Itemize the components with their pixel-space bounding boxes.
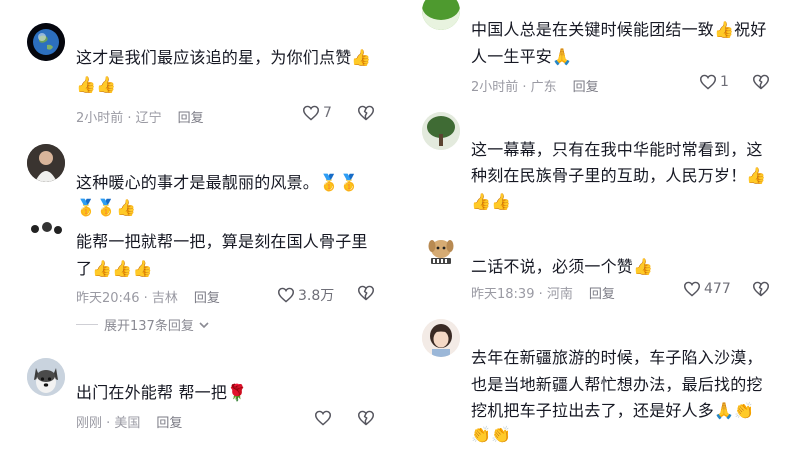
avatar[interactable] bbox=[422, 0, 460, 30]
avatar[interactable] bbox=[27, 23, 65, 61]
divider bbox=[76, 324, 98, 325]
comment-text: 这种暖心的事才是最靓丽的风景。🥇🥇 bbox=[76, 173, 360, 192]
avatar[interactable] bbox=[27, 144, 65, 182]
dislike-button[interactable] bbox=[752, 74, 770, 94]
cartoon-avatar-image bbox=[27, 219, 65, 239]
avatar[interactable] bbox=[27, 219, 65, 239]
comment-meta: 昨天20:46 · 吉林 回复 bbox=[76, 287, 220, 306]
like-button[interactable]: 1 bbox=[699, 74, 729, 90]
comment-item: 这一幕幕，只有在我中华能时常看到，这 种刻在民族骨子里的互助，人民万岁！👍 👍👍 bbox=[400, 105, 800, 225]
like-count: 3.8万 bbox=[298, 288, 335, 304]
comment-text: 这一幕幕，只有在我中华能时常看到，这 bbox=[471, 140, 763, 159]
comment-text: 二话不说，必须一个赞👍 bbox=[471, 257, 654, 276]
heart-icon bbox=[302, 105, 320, 121]
reply-button[interactable]: 回复 bbox=[178, 111, 204, 126]
reply-button[interactable]: 回复 bbox=[156, 416, 182, 431]
like-button[interactable]: 7 bbox=[302, 105, 332, 121]
comment-item: 能帮一把就帮一把，算是刻在国人骨子里 了👍👍👍 昨天20:46 · 吉林 回复 3… bbox=[0, 219, 400, 335]
like-count: 1 bbox=[720, 74, 729, 90]
avatar[interactable] bbox=[422, 112, 460, 150]
comment-time-location: 昨天20:46 · 吉林 bbox=[76, 291, 178, 306]
expand-replies-label: 展开137条回复 bbox=[104, 319, 194, 334]
dislike-button[interactable] bbox=[357, 285, 375, 305]
comment-meta: 昨天18:39 · 河南 回复 bbox=[471, 283, 615, 302]
dislike-heart-icon bbox=[357, 105, 374, 121]
tree-avatar-image bbox=[422, 112, 460, 150]
comment-text-line2: 🥇🥇👍 bbox=[76, 198, 137, 217]
heart-icon bbox=[314, 410, 332, 426]
comment-item: 这种暖心的事才是最靓丽的风景。🥇🥇 🥇🥇👍 bbox=[0, 135, 400, 225]
comment-time-location: 刚刚 · 美国 bbox=[76, 416, 141, 431]
puppy-avatar-image bbox=[422, 231, 460, 269]
comment-text-line4: 👏👏 bbox=[471, 425, 512, 444]
like-button[interactable]: 477 bbox=[683, 281, 731, 297]
comment-item: 出门在外能帮 帮一把🌹 刚刚 · 美国 回复 bbox=[0, 350, 400, 450]
comment-text: 中国人总是在关键时候能团结一致👍祝好 bbox=[471, 20, 767, 39]
like-button[interactable]: 3.8万 bbox=[277, 285, 334, 305]
comment-text: 这才是我们最应该追的星，为你们点赞👍 bbox=[76, 48, 372, 67]
avatar[interactable] bbox=[422, 319, 460, 357]
comment-text-line2: 人一生平安🙏 bbox=[471, 47, 573, 66]
comment-text-line3: 挖机把车子拉出去了，还是好人多🙏👏 bbox=[471, 401, 755, 420]
like-count: 477 bbox=[704, 281, 731, 297]
dog-avatar-image bbox=[27, 358, 65, 396]
like-button[interactable] bbox=[314, 410, 332, 426]
heart-icon bbox=[683, 281, 701, 297]
comment-item: 这才是我们最应该追的星，为你们点赞👍 👍👍 2小时前 · 辽宁 回复 7 bbox=[0, 0, 400, 135]
dislike-button[interactable] bbox=[752, 281, 770, 301]
comment-text: 出门在外能帮 帮一把🌹 bbox=[76, 383, 248, 402]
comment-meta: 2小时前 · 辽宁 回复 bbox=[76, 107, 204, 126]
comment-time-location: 昨天18:39 · 河南 bbox=[471, 287, 573, 302]
comment-time-location: 2小时前 · 辽宁 bbox=[76, 111, 162, 126]
chevron-down-icon bbox=[199, 321, 209, 328]
like-count: 7 bbox=[323, 105, 332, 121]
heart-icon bbox=[277, 287, 295, 303]
landscape-avatar-image bbox=[422, 0, 460, 30]
dislike-heart-icon bbox=[357, 410, 374, 426]
comment-text: 能帮一把就帮一把，算是刻在国人骨子里 bbox=[76, 232, 368, 251]
comment-text-line2: 了👍👍👍 bbox=[76, 259, 153, 278]
comment-item: 中国人总是在关键时候能团结一致👍祝好 人一生平安🙏 2小时前 · 广东 回复 1 bbox=[400, 0, 800, 105]
girl-avatar-image bbox=[422, 319, 460, 357]
reply-button[interactable]: 回复 bbox=[589, 287, 615, 302]
comment-text-line2: 也是当地新疆人帮忙想办法，最后找的挖 bbox=[471, 375, 763, 394]
left-comment-column: 这才是我们最应该追的星，为你们点赞👍 👍👍 2小时前 · 辽宁 回复 7 这种暖心… bbox=[0, 0, 400, 450]
right-comment-column: 中国人总是在关键时候能团结一致👍祝好 人一生平安🙏 2小时前 · 广东 回复 1 … bbox=[400, 0, 800, 450]
comment-item: 去年在新疆旅游的时候，车子陷入沙漠， 也是当地新疆人帮忙想办法，最后找的挖 挖机… bbox=[400, 315, 800, 450]
comment-item: 二话不说，必须一个赞👍 昨天18:39 · 河南 回复 477 bbox=[400, 225, 800, 315]
dislike-button[interactable] bbox=[357, 410, 375, 430]
avatar[interactable] bbox=[422, 231, 460, 269]
comment-time-location: 2小时前 · 广东 bbox=[471, 80, 557, 95]
earth-avatar-image bbox=[27, 23, 65, 61]
dislike-heart-icon bbox=[357, 285, 374, 301]
comment-text-line2: 👍👍 bbox=[76, 75, 117, 94]
comment-text-line3: 👍👍 bbox=[471, 192, 512, 211]
comment-text-line2: 种刻在民族骨子里的互助，人民万岁！👍 bbox=[471, 166, 767, 185]
expand-replies-button[interactable]: 展开137条回复 bbox=[76, 315, 210, 334]
dislike-heart-icon bbox=[753, 74, 769, 90]
comment-meta: 2小时前 · 广东 回复 bbox=[471, 76, 599, 95]
reply-button[interactable]: 回复 bbox=[194, 291, 220, 306]
person-avatar-image bbox=[27, 144, 65, 182]
avatar[interactable] bbox=[27, 358, 65, 396]
heart-icon bbox=[699, 74, 717, 90]
reply-button[interactable]: 回复 bbox=[573, 80, 599, 95]
dislike-heart-icon bbox=[753, 281, 769, 297]
comment-text: 去年在新疆旅游的时候，车子陷入沙漠， bbox=[471, 348, 763, 367]
comment-meta: 刚刚 · 美国 回复 bbox=[76, 412, 182, 431]
dislike-button[interactable] bbox=[357, 105, 375, 125]
